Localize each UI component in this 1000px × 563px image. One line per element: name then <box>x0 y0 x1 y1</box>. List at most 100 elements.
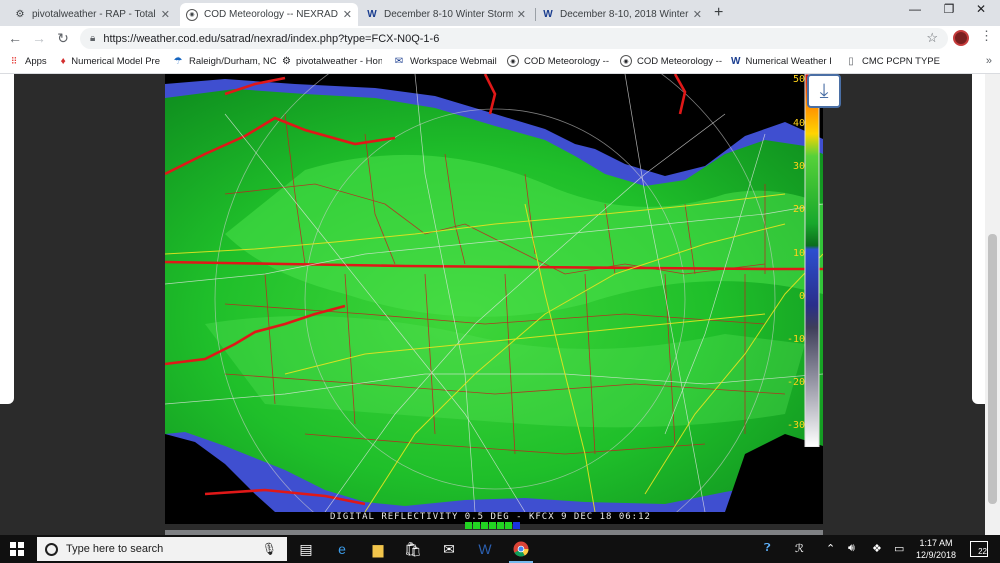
bookmarks-bar: ⠿ Apps ♦ Numerical Model Pre ☂ Raleigh/D… <box>0 51 1000 74</box>
chrome-icon[interactable] <box>507 538 535 563</box>
profile-avatar[interactable] <box>953 30 969 46</box>
reload-button[interactable]: ↻ <box>54 30 72 47</box>
clock-date: 12/9/2018 <box>915 550 957 560</box>
download-icon: ⤓ <box>819 79 829 102</box>
bookmark-apps[interactable]: ⠿ Apps <box>8 55 47 67</box>
bookmark-label: Numerical Model Pre <box>71 55 160 67</box>
bookmark-label: Workspace Webmail <box>410 55 497 67</box>
lock-icon: 🔒︎ <box>90 33 96 44</box>
wx-icon: W <box>367 9 377 20</box>
tab-title: December 8-10, 2018 Winter Sto <box>560 9 689 20</box>
close-icon[interactable]: ✕ <box>343 8 352 21</box>
notification-count: 22 <box>978 547 987 556</box>
bookmark-label: COD Meteorology -- <box>637 55 722 67</box>
clock-time: 1:17 AM <box>919 538 953 548</box>
close-icon[interactable]: ✕ <box>517 8 526 21</box>
tab-title: December 8-10 Winter Storm Ol <box>384 9 513 20</box>
microphone-icon[interactable]: 🎙︎ <box>262 542 277 556</box>
scrollbar-thumb[interactable] <box>988 234 997 504</box>
bookmark-numerical-model[interactable]: ♦ Numerical Model Pre <box>60 55 160 67</box>
taskbar-clock[interactable]: 1:17 AM 12/9/2018 <box>910 537 962 561</box>
forward-button[interactable]: → <box>30 30 48 46</box>
gear-icon: ⚙ <box>15 9 25 20</box>
colorbar-label: 20 <box>792 204 805 215</box>
word-icon[interactable]: W <box>471 538 499 560</box>
tab-title: COD Meteorology -- NEXRAD Si <box>204 9 339 20</box>
windows-taskbar: Type here to search 🎙︎ ▤ e ▆ 🛍︎ ✉ W ❓︎ ℛ… <box>0 535 1000 563</box>
battery-icon[interactable]: ▭ <box>894 542 904 555</box>
cortana-icon <box>45 542 58 556</box>
mail-icon[interactable]: ✉ <box>435 538 463 560</box>
edge-icon[interactable]: e <box>328 538 356 560</box>
bookmark-cmc-pcpn[interactable]: ▯ CMC PCPN TYPE <box>845 55 940 67</box>
new-tab-button[interactable]: + <box>714 4 723 22</box>
help-icon[interactable]: ❓︎ <box>764 542 771 555</box>
maximize-button[interactable]: ❐ <box>934 2 964 16</box>
menu-kebab-icon[interactable]: ⋮ <box>980 28 993 44</box>
close-icon[interactable]: ✕ <box>693 8 702 21</box>
wx-icon: W <box>543 9 553 20</box>
frame-button-1[interactable] <box>465 522 472 529</box>
people-icon[interactable]: ℛ <box>795 542 804 555</box>
dropbox-icon[interactable]: ❖ <box>872 542 882 555</box>
bookmark-webmail[interactable]: ✉ Workspace Webmail <box>393 55 497 67</box>
download-button[interactable]: ⤓ <box>807 74 841 108</box>
volume-icon[interactable]: 🔊︎ <box>848 542 855 555</box>
colorbar-label: 30 <box>792 161 805 172</box>
bookmark-numerical-weather[interactable]: W Numerical Weather P <box>731 55 831 67</box>
bookmark-cod-1[interactable]: ◉ COD Meteorology -- <box>507 55 609 67</box>
page-icon: ▯ <box>848 55 854 67</box>
bookmark-label: COD Meteorology -- <box>524 55 609 67</box>
bookmark-raleigh[interactable]: ☂ Raleigh/Durham, NC <box>172 55 277 67</box>
address-bar[interactable]: 🔒︎ https://weather.cod.edu/satrad/nexrad… <box>80 28 948 49</box>
store-icon[interactable]: 🛍︎ <box>399 538 427 560</box>
radar-caption: DIGITAL REFLECTIVITY 0.5 DEG - KFCX 9 DE… <box>330 512 651 522</box>
apps-grid-icon: ⠿ <box>10 55 18 66</box>
wx-icon: W <box>731 55 741 67</box>
task-view-icon[interactable]: ▤ <box>292 538 320 560</box>
bookmark-label: Numerical Weather P <box>745 55 831 67</box>
tab-cod-nexrad[interactable]: ◉ COD Meteorology -- NEXRAD Si ✕ <box>180 3 358 26</box>
back-button[interactable]: ← <box>6 30 24 46</box>
bookmark-label: Raleigh/Durham, NC <box>189 55 277 67</box>
gear-icon: ⚙ <box>282 55 291 67</box>
close-icon[interactable]: ✕ <box>161 8 170 21</box>
mail-icon: ✉ <box>394 55 404 67</box>
colorbar-label: 40 <box>792 118 805 129</box>
colorbar-label: -10 <box>786 334 805 345</box>
frame-button-4[interactable] <box>489 522 496 529</box>
frame-button-7[interactable] <box>513 522 520 529</box>
colorbar-label: -20 <box>786 377 805 388</box>
bookmark-pivotalweather[interactable]: ⚙ pivotalweather - Hon <box>282 55 382 67</box>
flame-icon: ♦ <box>60 55 66 67</box>
left-page-panel <box>0 74 14 404</box>
taskbar-search-input[interactable]: Type here to search 🎙︎ <box>37 537 287 561</box>
frame-button-3[interactable] <box>481 522 488 529</box>
action-center-icon[interactable]: 22 <box>970 541 988 557</box>
colorbar-label: -30 <box>786 420 805 431</box>
colorbar-label: 50 <box>792 74 805 85</box>
tab-winter-storm-2[interactable]: W December 8-10, 2018 Winter Sto ✕ <box>536 3 708 26</box>
bookmark-label: CMC PCPN TYPE <box>862 55 940 67</box>
frame-button-6[interactable] <box>505 522 512 529</box>
minimize-button[interactable]: — <box>900 2 930 16</box>
bookmark-label: Apps <box>25 55 47 67</box>
window-close-button[interactable]: ✕ <box>966 2 996 16</box>
bookmarks-overflow-icon[interactable]: » <box>986 55 992 67</box>
bookmark-label: pivotalweather - Hon <box>295 55 382 67</box>
tab-winter-storm-1[interactable]: W December 8-10 Winter Storm Ol ✕ <box>360 3 532 26</box>
colorbar-scale <box>804 73 820 448</box>
windows-start-icon[interactable] <box>10 542 24 556</box>
cod-icon: ◉ <box>620 55 632 67</box>
file-explorer-icon[interactable]: ▆ <box>364 538 392 560</box>
frame-button-2[interactable] <box>473 522 480 529</box>
frame-button-5[interactable] <box>497 522 504 529</box>
tray-chevron-icon[interactable]: ⌃ <box>826 542 835 555</box>
page-viewport: 50 40 30 20 10 0 -10 -20 -30 ⤓ DIGITAL R… <box>0 73 1000 535</box>
bookmark-star-icon[interactable]: ☆ <box>926 30 938 46</box>
bookmark-cod-2[interactable]: ◉ COD Meteorology -- <box>620 55 722 67</box>
tab-pivotalweather[interactable]: ⚙ pivotalweather - RAP - Total Acc ✕ <box>8 3 176 26</box>
radar-image[interactable] <box>165 74 823 512</box>
cod-icon: ◉ <box>186 8 198 21</box>
tab-title: pivotalweather - RAP - Total Acc <box>32 9 157 20</box>
